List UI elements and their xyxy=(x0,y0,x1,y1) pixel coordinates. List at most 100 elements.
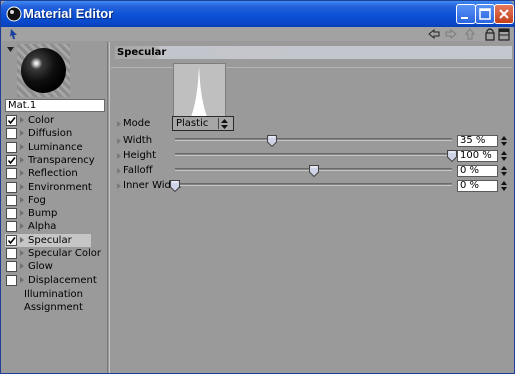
inner-width-arrow-icon xyxy=(117,183,121,189)
assignment-item[interactable]: Assignment xyxy=(24,301,83,314)
app-icon xyxy=(6,6,22,22)
section-title: Specular xyxy=(117,47,167,58)
expand-arrow-icon[interactable] xyxy=(20,250,24,256)
minimize-button[interactable] xyxy=(456,4,476,24)
channel-item[interactable]: Specular Color xyxy=(5,247,101,260)
expand-arrow-icon[interactable] xyxy=(20,157,24,163)
toolbar xyxy=(2,27,513,41)
material-preview[interactable] xyxy=(17,44,70,97)
title-bar[interactable]: Material Editor xyxy=(1,1,514,27)
channel-item[interactable]: Specular xyxy=(5,234,91,247)
expand-arrow-icon[interactable] xyxy=(20,130,24,136)
channel-item[interactable]: Color xyxy=(5,114,91,127)
channel-item[interactable]: Displacement xyxy=(5,274,97,287)
expand-arrow-icon[interactable] xyxy=(20,117,24,123)
channel-item[interactable]: Bump xyxy=(5,207,91,220)
channel-item[interactable]: Luminance xyxy=(5,141,91,154)
channel-label: Alpha xyxy=(28,221,57,232)
channel-item[interactable]: Transparency xyxy=(5,154,95,167)
channel-checkbox[interactable] xyxy=(6,115,17,126)
pick-icon[interactable] xyxy=(9,27,21,41)
channel-label: Reflection xyxy=(28,168,78,179)
channel-label: Transparency xyxy=(28,155,95,166)
expand-arrow-icon[interactable] xyxy=(20,197,24,203)
channel-label: Glow xyxy=(28,261,53,272)
expand-arrow-icon[interactable] xyxy=(20,237,24,243)
inner-width-slider-thumb[interactable] xyxy=(170,180,180,192)
checkmark-icon xyxy=(7,236,16,245)
channel-label: Displacement xyxy=(28,275,97,286)
falloff-spinner-icon[interactable] xyxy=(500,165,508,177)
channel-item[interactable]: Diffusion xyxy=(5,127,91,140)
arrow-left-icon[interactable] xyxy=(428,27,440,41)
checkmark-icon xyxy=(7,156,16,165)
inner-width-value-field[interactable]: 0 % xyxy=(457,180,498,192)
channel-checkbox[interactable] xyxy=(6,261,17,272)
channel-label: Specular xyxy=(28,235,72,246)
height-label: Height xyxy=(123,150,157,161)
channel-checkbox[interactable] xyxy=(6,168,17,179)
channel-checkbox[interactable] xyxy=(6,208,17,219)
falloff-value-field[interactable]: 0 % xyxy=(457,165,498,177)
channel-checkbox[interactable] xyxy=(6,182,17,193)
width-slider-track[interactable] xyxy=(175,138,452,141)
channel-item[interactable]: Fog xyxy=(5,194,91,207)
width-slider-thumb[interactable] xyxy=(267,135,277,147)
mode-value: Plastic xyxy=(176,118,209,129)
expand-arrow-icon[interactable] xyxy=(20,170,24,176)
expand-arrow-icon[interactable] xyxy=(20,277,24,283)
expand-arrow-icon[interactable] xyxy=(20,210,24,216)
width-value-field[interactable]: 35 % xyxy=(457,135,498,147)
window-title: Material Editor xyxy=(23,6,114,21)
channel-item[interactable]: Reflection xyxy=(5,167,91,180)
channel-checkbox[interactable] xyxy=(6,275,17,286)
channel-checkbox[interactable] xyxy=(6,142,17,153)
maximize-button[interactable] xyxy=(475,4,495,24)
material-editor-window: Material Editor Mat.1 Color Diffusion Lu… xyxy=(0,0,515,374)
close-button[interactable] xyxy=(494,4,514,24)
height-value-field[interactable]: 100 % xyxy=(457,150,498,162)
mode-arrow-icon xyxy=(117,121,121,127)
channel-checkbox[interactable] xyxy=(6,155,17,166)
minimize-icon xyxy=(461,17,468,19)
arrow-up-icon[interactable] xyxy=(464,27,476,41)
preview-menu-arrow-icon[interactable] xyxy=(7,47,14,52)
expand-arrow-icon[interactable] xyxy=(20,144,24,150)
expand-arrow-icon[interactable] xyxy=(20,263,24,269)
checkmark-icon xyxy=(7,116,16,125)
width-label: Width xyxy=(123,135,153,146)
lock-icon[interactable] xyxy=(484,27,496,41)
channel-label: Environment xyxy=(28,182,92,193)
falloff-slider-thumb[interactable] xyxy=(309,165,319,177)
arrow-right-icon[interactable] xyxy=(445,27,457,41)
channel-checkbox[interactable] xyxy=(6,248,17,259)
channel-label: Diffusion xyxy=(28,128,73,139)
illumination-item[interactable]: Illumination xyxy=(24,288,83,301)
expand-arrow-icon[interactable] xyxy=(20,184,24,190)
channel-item[interactable]: Environment xyxy=(5,181,92,194)
inner-width-slider-track[interactable] xyxy=(175,183,452,186)
width-arrow-icon xyxy=(117,138,121,144)
channel-sidebar: Mat.1 Color Diffusion Luminance Transparenc… xyxy=(2,42,108,373)
height-slider-track[interactable] xyxy=(175,153,452,156)
material-name-field[interactable]: Mat.1 xyxy=(5,99,105,112)
channel-item[interactable]: Glow xyxy=(5,260,91,273)
attributes-panel: Specular Mode Plastic Width 35 % Height … xyxy=(111,42,514,373)
sidebar-divider xyxy=(109,42,110,373)
layout-icon[interactable] xyxy=(498,27,510,41)
width-spinner-icon[interactable] xyxy=(500,135,508,147)
channel-label: Bump xyxy=(28,208,58,219)
channel-checkbox[interactable] xyxy=(6,128,17,139)
channel-checkbox[interactable] xyxy=(6,235,17,246)
channel-label: Luminance xyxy=(28,142,83,153)
mode-dropdown[interactable]: Plastic xyxy=(172,116,234,131)
material-sphere xyxy=(21,48,66,93)
height-spinner-icon[interactable] xyxy=(500,150,508,162)
channel-checkbox[interactable] xyxy=(6,195,17,206)
channel-item[interactable]: Alpha xyxy=(5,220,91,233)
height-slider-thumb[interactable] xyxy=(447,150,457,162)
channel-checkbox[interactable] xyxy=(6,221,17,232)
inner-width-spinner-icon[interactable] xyxy=(500,180,508,192)
expand-arrow-icon[interactable] xyxy=(20,223,24,229)
channel-label: Color xyxy=(28,115,55,126)
